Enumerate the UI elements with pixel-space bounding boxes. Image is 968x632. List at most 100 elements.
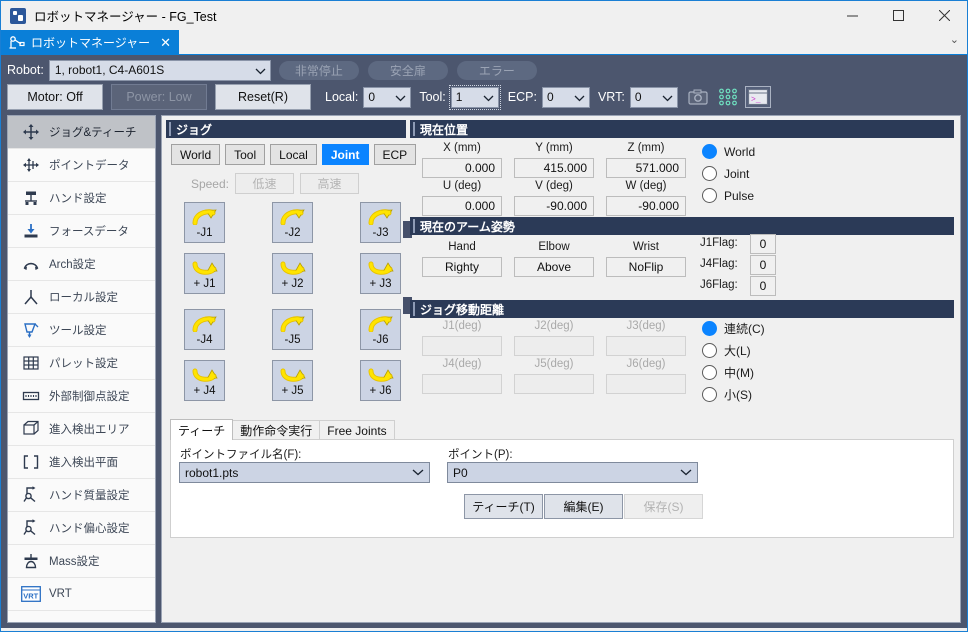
sidebar-item-hand-weight[interactable]: ハンド質量設定 bbox=[8, 479, 155, 512]
input-j5deg[interactable] bbox=[514, 374, 594, 394]
jog-mode-tool[interactable]: Tool bbox=[225, 144, 266, 165]
value-wrist[interactable]: NoFlip bbox=[606, 257, 686, 277]
navigation-sidebar[interactable]: ジョグ&ティーチ ポイントデータ ハンド設定 フォースデータ Arch設定 ロー… bbox=[7, 115, 156, 623]
point-label: ポイント(P): bbox=[448, 449, 513, 461]
sidebar-item-label: 進入検出平面 bbox=[49, 457, 118, 469]
point-file-select[interactable]: robot1.pts bbox=[179, 462, 430, 483]
local-select[interactable]: 0 bbox=[363, 86, 412, 109]
jog-mode-local[interactable]: Local bbox=[270, 144, 317, 165]
sidebar-item-tool-settings[interactable]: ツール設定 bbox=[8, 314, 155, 347]
sidebar-item-local-settings[interactable]: ローカル設定 bbox=[8, 281, 155, 314]
tab-motion-command[interactable]: 動作命令実行 bbox=[232, 420, 321, 440]
jog-button-plus-j4[interactable]: + J4 bbox=[184, 360, 225, 401]
value-elbow[interactable]: Above bbox=[514, 257, 594, 277]
jog-button-plus-j3[interactable]: + J3 bbox=[360, 253, 401, 294]
input-j3deg[interactable] bbox=[606, 336, 686, 356]
jog-button-plus-j2[interactable]: + J2 bbox=[272, 253, 313, 294]
jog-button-label: + J3 bbox=[369, 278, 392, 290]
label-j6flag: J6Flag: bbox=[700, 279, 738, 291]
tab-close-icon[interactable]: ✕ bbox=[160, 36, 179, 49]
jog-button-minus-j5[interactable]: -J5 bbox=[272, 309, 313, 350]
sidebar-item-ecp-settings[interactable]: 外部制御点設定 bbox=[8, 380, 155, 413]
save-button-label: 保存(S) bbox=[643, 500, 684, 514]
coord-mode-world[interactable]: World bbox=[702, 144, 755, 159]
jog-mode-world[interactable]: World bbox=[171, 144, 221, 165]
sidebar-item-intrusion-area[interactable]: 進入検出エリア bbox=[8, 413, 155, 446]
tab-teach[interactable]: ティーチ bbox=[170, 419, 234, 440]
power-toggle-button[interactable]: Power: Low bbox=[111, 84, 207, 110]
intrusion-plane-icon bbox=[20, 452, 41, 472]
jog-button-minus-j3[interactable]: -J3 bbox=[360, 202, 401, 243]
tool-settings-icon bbox=[20, 320, 41, 340]
sidebar-item-hand-settings[interactable]: ハンド設定 bbox=[8, 182, 155, 215]
input-j2deg[interactable] bbox=[514, 336, 594, 356]
sidebar-item-arch-settings[interactable]: Arch設定 bbox=[8, 248, 155, 281]
jog-step-medium[interactable]: 中(M) bbox=[702, 364, 754, 381]
command-window-icon[interactable]: >_ bbox=[744, 86, 771, 108]
title-bar: ロボットマネージャー - FG_Test bbox=[1, 1, 967, 30]
jog-button-minus-j2[interactable]: -J2 bbox=[272, 202, 313, 243]
sidebar-item-pallet-settings[interactable]: パレット設定 bbox=[8, 347, 155, 380]
jog-button-minus-j1[interactable]: -J1 bbox=[184, 202, 225, 243]
jog-step-label: 小(S) bbox=[724, 388, 752, 402]
minimize-button[interactable] bbox=[829, 1, 875, 30]
sidebar-item-hand-inertia[interactable]: ハンド偏心設定 bbox=[8, 512, 155, 545]
current-position-header: 現在位置 bbox=[410, 120, 954, 138]
camera-icon[interactable] bbox=[685, 86, 711, 108]
jog-button-label: + J4 bbox=[193, 385, 216, 397]
sidebar-item-partial[interactable] bbox=[8, 611, 155, 622]
speed-high-button[interactable]: 高速 bbox=[300, 173, 359, 194]
jog-step-large[interactable]: 大(L) bbox=[702, 342, 751, 359]
jog-mode-joint[interactable]: Joint bbox=[321, 144, 369, 165]
tab-robot-manager[interactable]: ロボットマネージャー ✕ bbox=[1, 30, 180, 55]
teach-button[interactable]: ティーチ(T) bbox=[464, 494, 543, 519]
current-position-body: X (mm) Y (mm) Z (mm) 0.000 415.000 571.0… bbox=[410, 140, 954, 216]
close-button[interactable] bbox=[921, 1, 967, 30]
ecp-select[interactable]: 0 bbox=[541, 86, 590, 108]
input-j4deg[interactable] bbox=[422, 374, 502, 394]
tab-free-joints[interactable]: Free Joints bbox=[319, 420, 395, 440]
chevron-down-icon bbox=[662, 88, 673, 109]
sidebar-item-vrt[interactable]: VRT VRT bbox=[8, 578, 155, 611]
tool-select[interactable]: 1 bbox=[448, 84, 501, 110]
robot-select-value: 1, robot1, C4-A601S bbox=[54, 63, 165, 77]
jog-button-minus-j4[interactable]: -J4 bbox=[184, 309, 225, 350]
status-pill-safetydoor: 安全扉 bbox=[367, 60, 448, 80]
motor-toggle-button[interactable]: Motor: Off bbox=[7, 84, 103, 110]
jog-button-minus-j6[interactable]: -J6 bbox=[360, 309, 401, 350]
point-select[interactable]: P0 bbox=[447, 462, 698, 483]
input-j6deg[interactable] bbox=[606, 374, 686, 394]
jog-step-small[interactable]: 小(S) bbox=[702, 386, 752, 403]
sidebar-item-force-data[interactable]: フォースデータ bbox=[8, 215, 155, 248]
sidebar-item-intrusion-plane[interactable]: 進入検出平面 bbox=[8, 446, 155, 479]
speed-low-button[interactable]: 低速 bbox=[235, 173, 294, 194]
jog-button-plus-j5[interactable]: + J5 bbox=[272, 360, 313, 401]
points-grid-icon[interactable] bbox=[715, 86, 741, 108]
vrt-select[interactable]: 0 bbox=[629, 86, 678, 109]
coord-mode-joint[interactable]: Joint bbox=[702, 166, 749, 181]
robot-select[interactable]: 1, robot1, C4-A601S bbox=[48, 59, 271, 81]
chevron-down-icon bbox=[395, 88, 406, 109]
value-hand[interactable]: Righty bbox=[422, 257, 502, 277]
sidebar-item-mass-settings[interactable]: Mass設定 bbox=[8, 545, 155, 578]
edit-button[interactable]: 編集(E) bbox=[544, 494, 623, 519]
intrusion-area-icon bbox=[20, 419, 41, 439]
maximize-button[interactable] bbox=[875, 1, 921, 30]
jog-distance-header: ジョグ移動距離 bbox=[410, 300, 954, 318]
coord-mode-pulse[interactable]: Pulse bbox=[702, 188, 754, 203]
jog-button-label: + J6 bbox=[369, 385, 392, 397]
vrt-icon: VRT bbox=[20, 584, 41, 604]
jog-step-continuous[interactable]: 連続(C) bbox=[702, 320, 765, 337]
sidebar-item-jog-teach[interactable]: ジョグ&ティーチ bbox=[8, 116, 155, 149]
input-j1deg[interactable] bbox=[422, 336, 502, 356]
status-pill-label: 安全扉 bbox=[389, 63, 426, 78]
sidebar-item-label: VRT bbox=[49, 588, 72, 600]
chevron-down-icon[interactable]: ⌄ bbox=[950, 33, 959, 46]
reset-button[interactable]: Reset(R) bbox=[215, 84, 311, 110]
jog-button-plus-j6[interactable]: + J6 bbox=[360, 360, 401, 401]
jog-button-plus-j1[interactable]: + J1 bbox=[184, 253, 225, 294]
sidebar-item-point-data[interactable]: ポイントデータ bbox=[8, 149, 155, 182]
value-v: -90.000 bbox=[514, 196, 594, 216]
window-controls bbox=[829, 1, 967, 30]
save-button[interactable]: 保存(S) bbox=[624, 494, 703, 519]
